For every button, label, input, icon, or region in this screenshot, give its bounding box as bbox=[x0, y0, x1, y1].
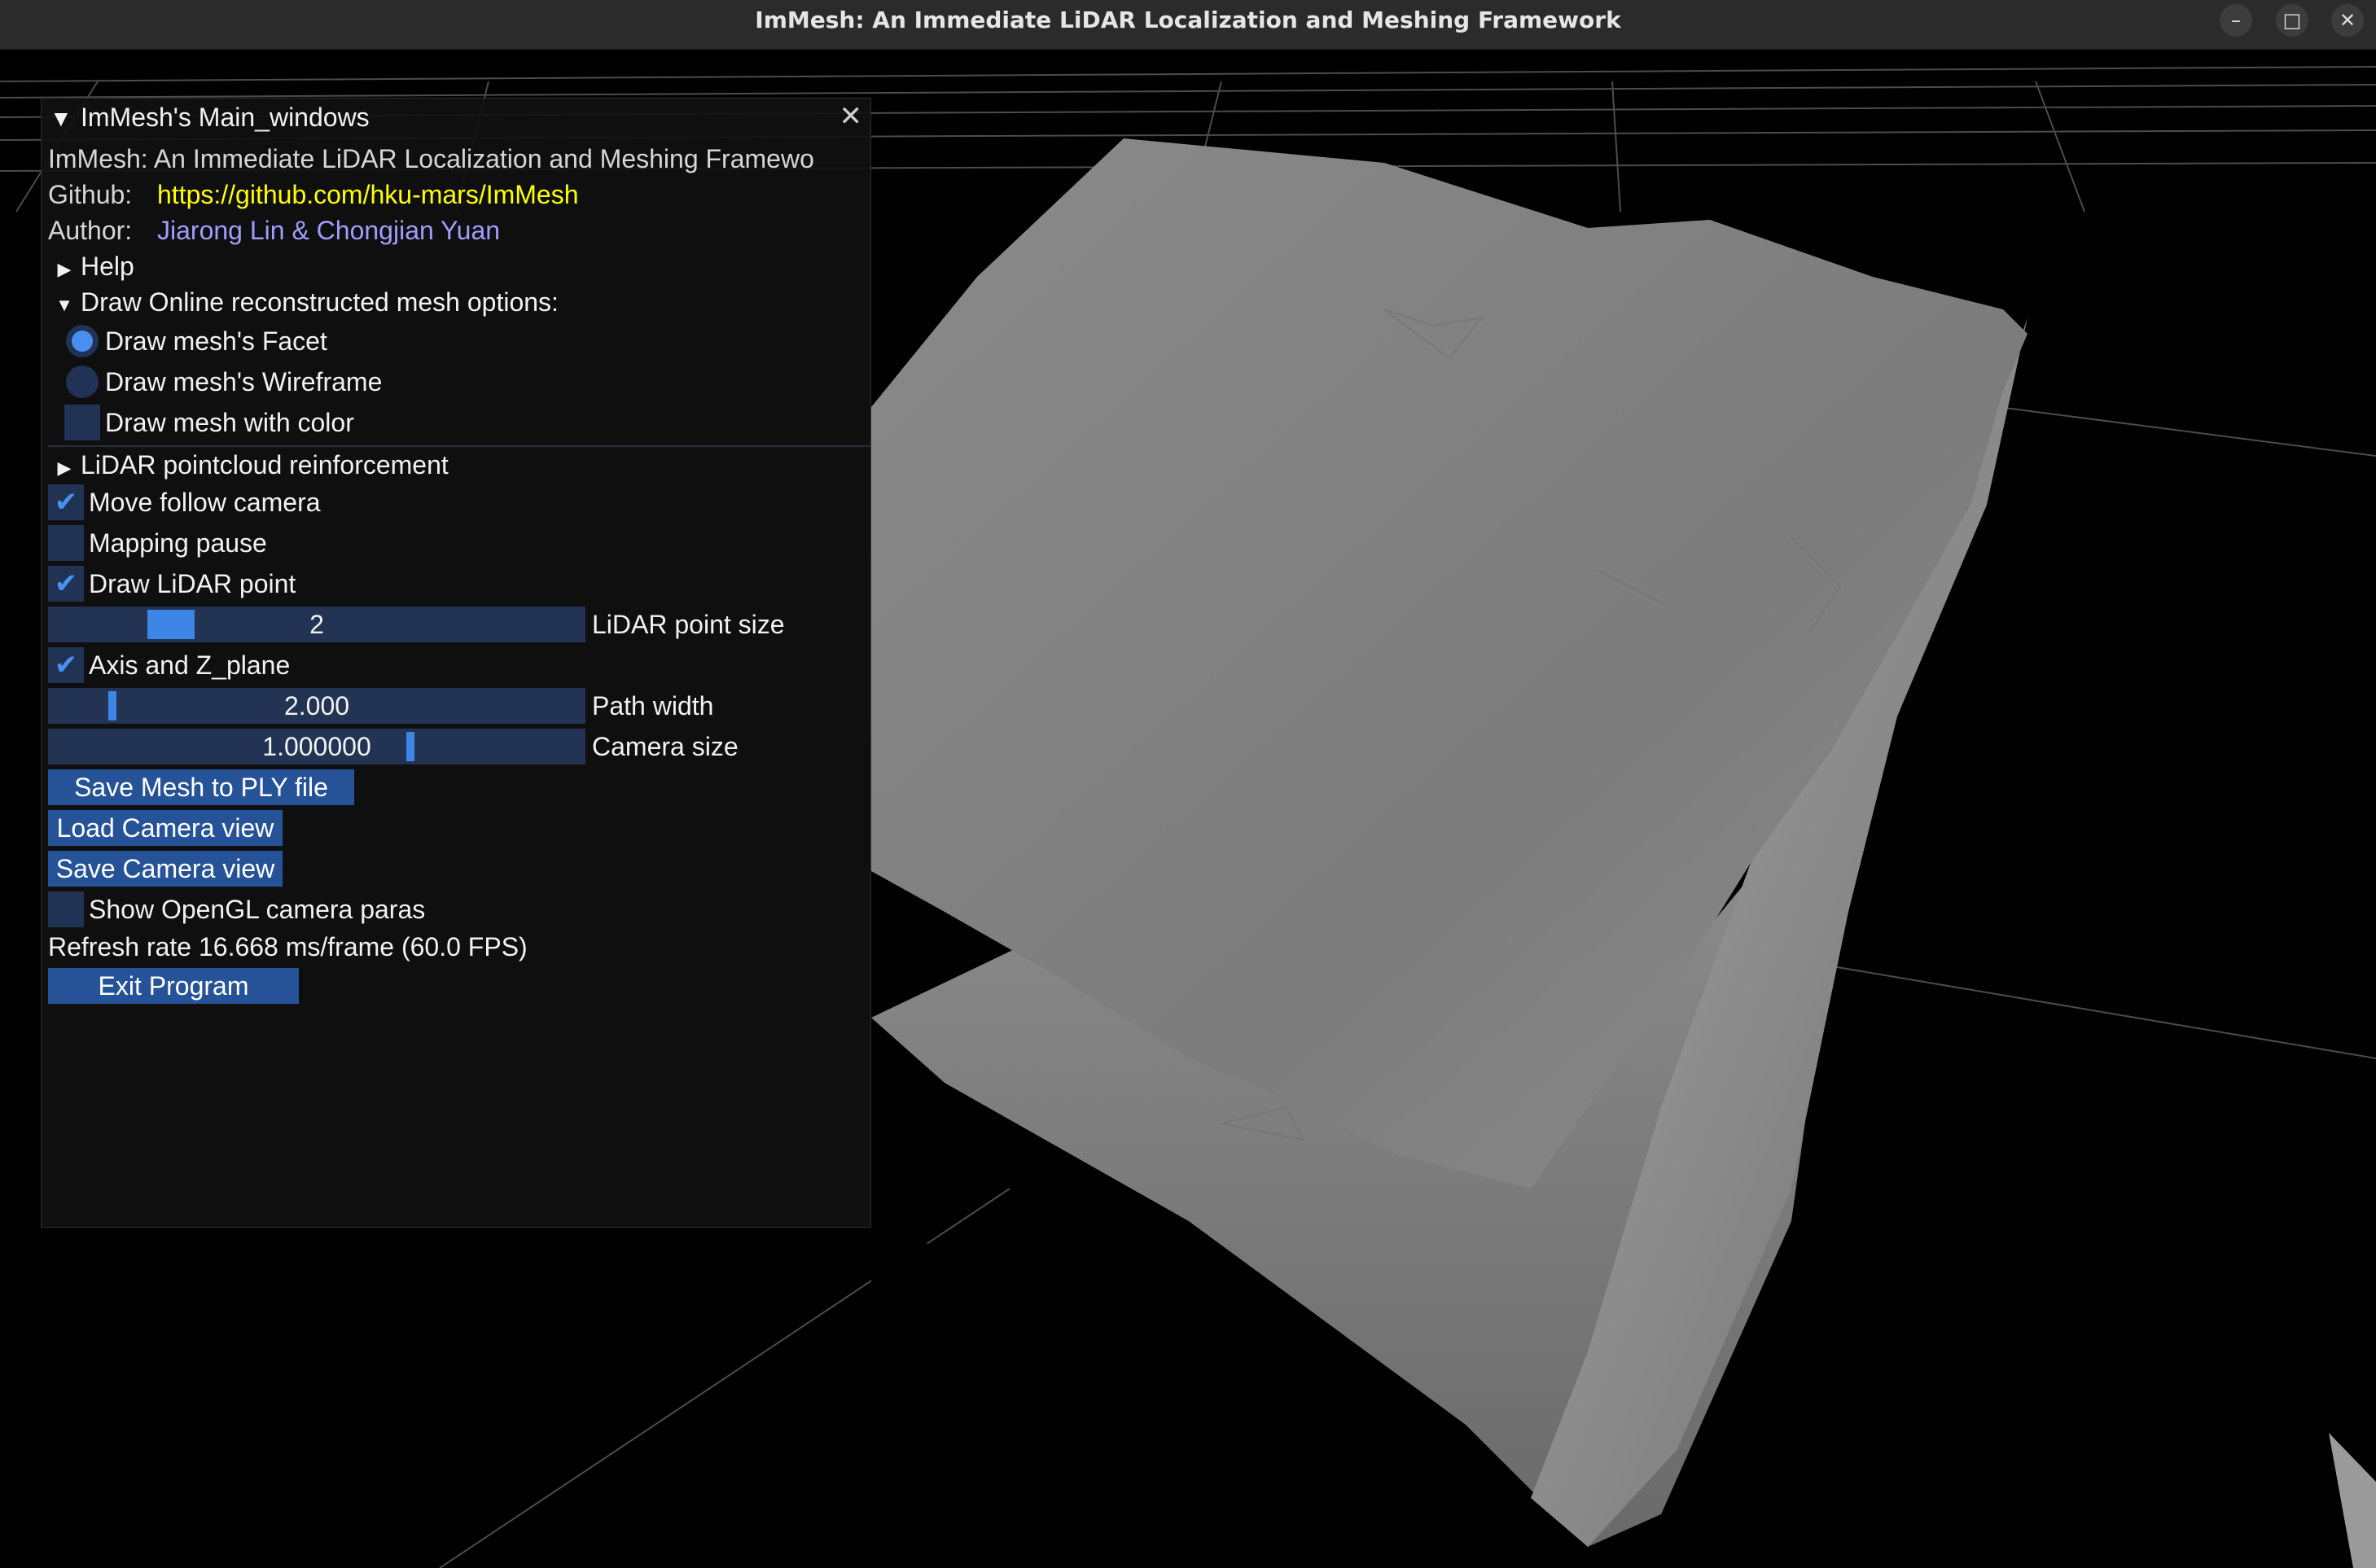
save-camera-view-button[interactable]: Save Camera view bbox=[48, 851, 283, 887]
camera-size-value: 1.000000 bbox=[262, 732, 371, 761]
draw-lidar-point-checkbox[interactable]: ✔ bbox=[48, 566, 84, 602]
mesh-options-header: Draw Online reconstructed mesh options: bbox=[81, 287, 559, 317]
move-follow-camera-label: Move follow camera bbox=[89, 488, 321, 517]
checkmark-icon: ✔ bbox=[54, 650, 78, 681]
github-link[interactable]: https://github.com/hku-mars/ImMesh bbox=[157, 180, 579, 209]
lidar-point-size-slider[interactable]: 2 bbox=[48, 607, 585, 642]
refresh-rate-text: Refresh rate 16.668 ms/frame (60.0 FPS) bbox=[48, 932, 528, 961]
maximize-icon[interactable]: □ bbox=[2276, 4, 2308, 37]
author-value: Jiarong Lin & Chongjian Yuan bbox=[157, 216, 501, 245]
mapping-pause-checkbox[interactable] bbox=[48, 525, 84, 561]
lidar-point-size-label: LiDAR point size bbox=[592, 610, 785, 639]
title-bar: ImMesh: An Immediate LiDAR Localization … bbox=[0, 0, 2376, 50]
facet-label: Draw mesh's Facet bbox=[105, 326, 327, 356]
close-icon[interactable]: ✕ bbox=[839, 100, 863, 133]
window-title: ImMesh: An Immediate LiDAR Localization … bbox=[755, 7, 1621, 33]
draw-lidar-point-label: Draw LiDAR point bbox=[89, 569, 296, 598]
path-width-slider[interactable]: 2.000 bbox=[48, 688, 585, 724]
wireframe-radio[interactable] bbox=[66, 366, 99, 398]
panel-title: ImMesh's Main_windows bbox=[81, 103, 370, 132]
checkmark-icon: ✔ bbox=[54, 568, 78, 599]
show-opengl-label: Show OpenGL camera paras bbox=[89, 895, 426, 924]
save-mesh-button[interactable]: Save Mesh to PLY file bbox=[48, 769, 354, 805]
camera-size-slider[interactable]: 1.000000 bbox=[48, 729, 585, 764]
mesh-color-checkbox[interactable] bbox=[64, 405, 100, 440]
load-camera-view-button[interactable]: Load Camera view bbox=[48, 810, 283, 846]
author-label: Author: bbox=[48, 216, 133, 245]
minimize-icon[interactable]: – bbox=[2220, 4, 2252, 37]
triangle-right-icon: ▶ bbox=[57, 458, 72, 478]
mesh-options-tree-node[interactable]: ▼ Draw Online reconstructed mesh options: bbox=[48, 284, 559, 320]
axis-z-plane-label: Axis and Z_plane bbox=[89, 650, 291, 680]
facet-radio[interactable] bbox=[66, 325, 99, 357]
help-label: Help bbox=[81, 252, 134, 281]
path-width-label: Path width bbox=[592, 691, 714, 720]
panel-title-bar[interactable]: ▼ ImMesh's Main_windows ✕ bbox=[42, 99, 870, 138]
triangle-down-icon[interactable]: ▼ bbox=[50, 106, 72, 132]
lidar-reinforcement-tree-node[interactable]: ▶ LiDAR pointcloud reinforcement bbox=[48, 447, 449, 483]
path-width-value: 2.000 bbox=[283, 691, 350, 720]
mesh-color-label: Draw mesh with color bbox=[105, 408, 354, 437]
github-row: Github: https://github.com/hku-mars/ImMes… bbox=[48, 177, 579, 212]
wireframe-label: Draw mesh's Wireframe bbox=[105, 367, 383, 396]
lidar-point-size-value: 2 bbox=[309, 610, 324, 639]
lidar-reinforcement-label: LiDAR pointcloud reinforcement bbox=[81, 450, 449, 480]
axis-z-plane-checkbox[interactable]: ✔ bbox=[48, 647, 84, 683]
camera-size-label: Camera size bbox=[592, 732, 739, 761]
close-icon[interactable]: ✕ bbox=[2331, 4, 2364, 37]
triangle-right-icon: ▶ bbox=[57, 259, 72, 279]
checkmark-icon: ✔ bbox=[54, 487, 78, 518]
move-follow-camera-checkbox[interactable]: ✔ bbox=[48, 484, 84, 520]
exit-program-button[interactable]: Exit Program bbox=[48, 968, 299, 1004]
radio-selected-dot bbox=[72, 331, 93, 352]
show-opengl-checkbox[interactable] bbox=[48, 891, 84, 927]
main-window-panel[interactable]: ▼ ImMesh's Main_windows ✕ ImMesh: An Imm… bbox=[41, 98, 871, 1228]
author-row: Author: Jiarong Lin & Chongjian Yuan bbox=[48, 212, 500, 248]
app-name-text: ImMesh: An Immediate LiDAR Localization … bbox=[48, 144, 814, 173]
github-label: Github: bbox=[48, 180, 133, 209]
mapping-pause-label: Mapping pause bbox=[89, 528, 267, 558]
triangle-down-icon: ▼ bbox=[55, 295, 73, 315]
help-tree-node[interactable]: ▶ Help bbox=[48, 248, 134, 284]
mesh-fragment bbox=[2329, 1433, 2376, 1568]
